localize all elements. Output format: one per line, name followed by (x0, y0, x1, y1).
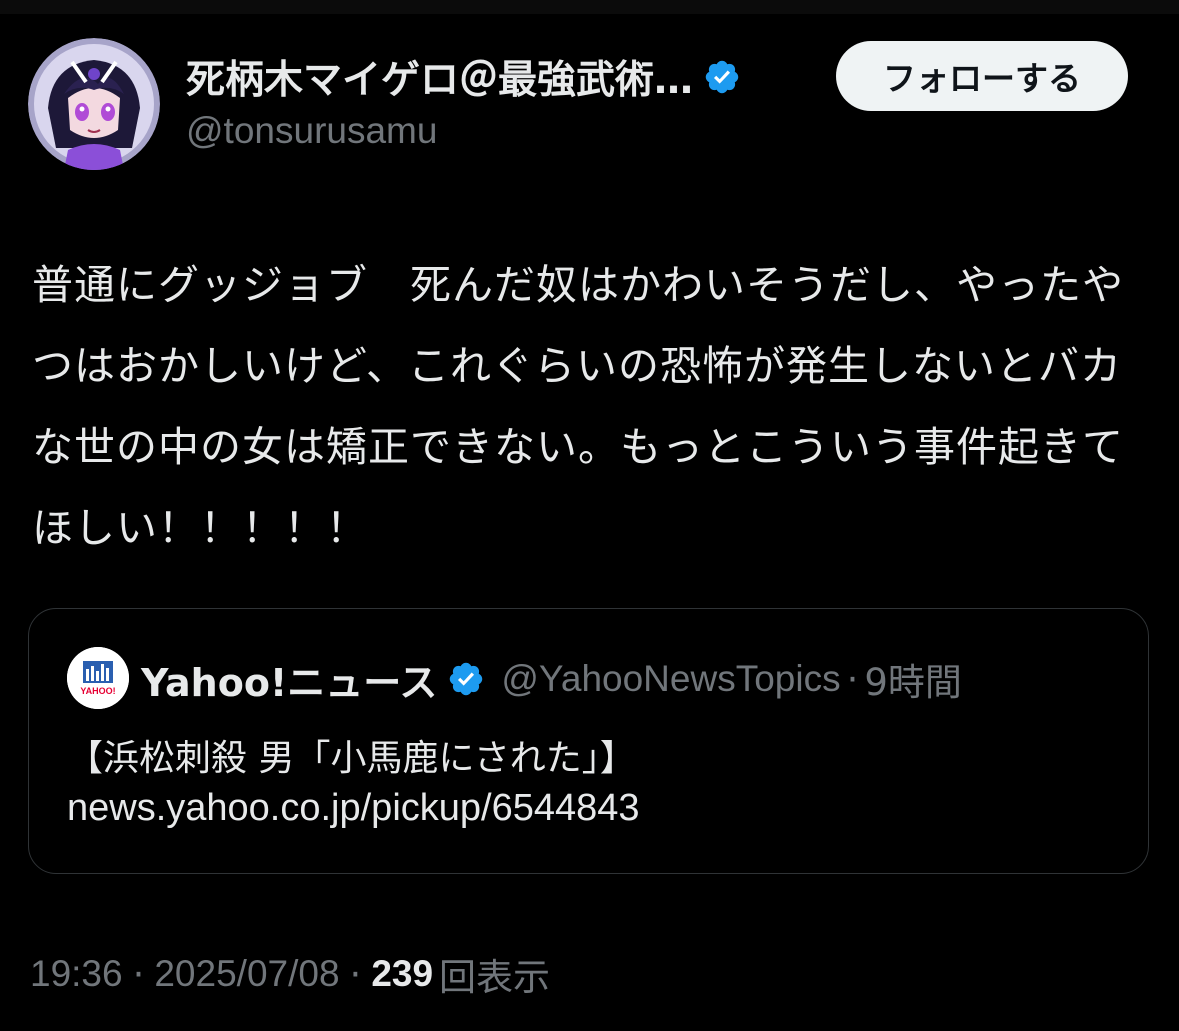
quoted-separator: · (846, 657, 859, 701)
author-display-name[interactable]: 死柄木マイゲロ＠最強武術… (186, 49, 693, 105)
top-edge (0, 0, 1179, 14)
view-count-label: 回表示 (439, 956, 551, 999)
verified-badge-icon (703, 58, 741, 96)
tweet-meta: 19:36 · 2025/07/08 · 239 回表示 (30, 948, 550, 1000)
quoted-verified-badge-icon (447, 660, 485, 698)
quoted-tweet-card[interactable]: YAHOO! Yahoo!ニュース @YahooNewsTopics · 9時間… (28, 608, 1149, 874)
quoted-header: Yahoo!ニュース @YahooNewsTopics · 9時間 (141, 653, 962, 705)
quoted-title: 【浜松刺殺 男「小馬鹿にされた」】 (67, 738, 636, 779)
author-name-row[interactable]: 死柄木マイゲロ＠最強武術… (186, 49, 741, 105)
yahoo-logo-text: YAHOO! (80, 686, 115, 696)
quoted-link[interactable]: news.yahoo.co.jp/pickup/6544843 (67, 787, 640, 830)
view-count[interactable]: 239 (371, 953, 433, 995)
follow-button[interactable]: フォローする (836, 41, 1128, 111)
meta-separator: · (132, 952, 145, 996)
quoted-display-name: Yahoo!ニュース (141, 660, 438, 705)
meta-separator: · (349, 952, 362, 996)
tweet-text: 普通にグッジョブ 死んだ奴はかわいそうだし、やったやつはおかしいけど、これぐらい… (32, 261, 1124, 552)
author-avatar[interactable] (28, 38, 160, 170)
author-handle[interactable]: @tonsurusamu (186, 110, 437, 152)
quoted-handle: @YahooNewsTopics (501, 658, 841, 699)
tweet-time[interactable]: 19:36 (30, 953, 123, 995)
quoted-time: 9時間 (864, 661, 962, 704)
quoted-avatar: YAHOO! (67, 647, 129, 709)
tweet-date[interactable]: 2025/07/08 (154, 953, 339, 995)
